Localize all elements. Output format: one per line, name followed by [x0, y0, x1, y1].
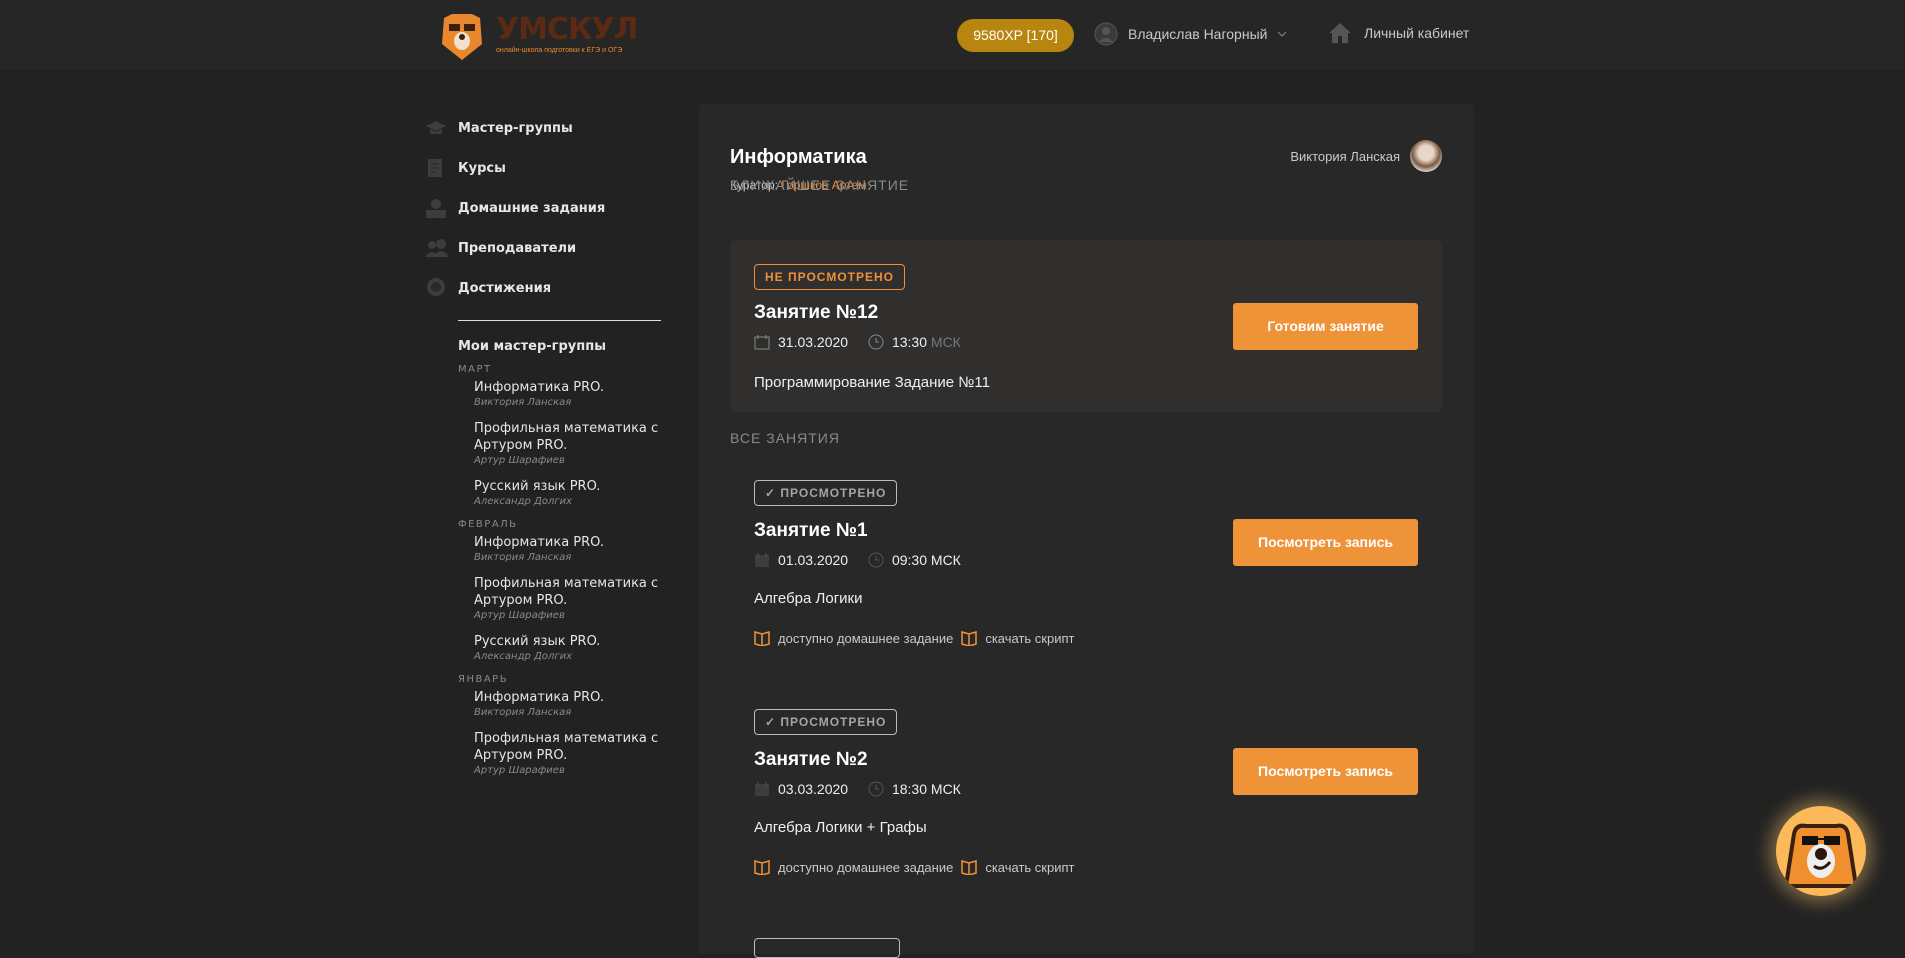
document-icon: [420, 158, 458, 178]
book-pen-icon: [961, 860, 978, 875]
group-link[interactable]: Русский язык PRO. Александр Долгих: [474, 633, 670, 664]
group-link[interactable]: Информатика PRO. Виктория Ланская: [474, 534, 670, 565]
books-apple-icon: [420, 197, 458, 219]
group-link[interactable]: Информатика PRO. Виктория Ланская: [474, 379, 670, 410]
chevron-down-icon: [1278, 31, 1287, 37]
lesson-datetime: 31.03.2020 13:30 МСК: [754, 334, 961, 350]
logo-tagline: онлайн-школа подготовки к ЕГЭ и ОГЭ: [496, 47, 623, 54]
lesson-links: доступно домашнее задание скачать скрипт: [754, 859, 1074, 875]
sidebar-item-label: Преподаватели: [458, 240, 577, 256]
status-badge-partial: [754, 938, 900, 958]
sidebar-item-teachers[interactable]: Преподаватели: [420, 228, 670, 268]
logo[interactable]: УМСКУЛ онлайн-школа подготовки к ЕГЭ и О…: [436, 10, 646, 62]
group-link[interactable]: Русский язык PRO. Александр Долгих: [474, 478, 670, 509]
book-pen-icon: [754, 860, 770, 875]
personal-cabinet-label: Личный кабинет: [1364, 25, 1470, 41]
month-label: ЯНВАРЬ: [458, 674, 509, 685]
month-label: ФЕВРАЛЬ: [458, 519, 518, 530]
book-pen-icon: [754, 631, 770, 646]
user-avatar-icon: [1094, 22, 1118, 46]
lesson-description: Программирование Задание №11: [754, 374, 990, 391]
lesson-description: Алгебра Логики: [754, 590, 863, 607]
next-lesson-card: НЕ ПРОСМОТРЕНО Занятие №12 31.03.2020 13…: [730, 240, 1442, 412]
lesson-title: Занятие №1: [754, 520, 868, 541]
all-lessons-heading: ВСЕ ЗАНЯТИЯ: [730, 430, 840, 446]
top-header: УМСКУЛ онлайн-школа подготовки к ЕГЭ и О…: [0, 0, 1905, 71]
month-february: ФЕВРАЛЬ Информатика PRO. Виктория Ланская…: [420, 519, 670, 664]
sidebar-divider: [458, 320, 661, 321]
book-pen-icon: [961, 631, 978, 646]
group-link[interactable]: Информатика PRO. Виктория Ланская: [474, 689, 670, 720]
sidebar-item-label: Мастер-группы: [458, 120, 573, 136]
clock-icon: [868, 334, 884, 350]
month-label: МАРТ: [458, 364, 492, 375]
lesson-description: Алгебра Логики + Графы: [754, 819, 927, 836]
calendar-icon: [755, 553, 769, 567]
personal-cabinet-link[interactable]: Личный кабинет: [1328, 22, 1469, 44]
chat-bot-bear-button[interactable]: [1776, 806, 1866, 896]
lesson-datetime: 03.03.2020 18:30 МСК: [754, 781, 961, 797]
sidebar-item-label: Достижения: [458, 280, 552, 296]
group-link[interactable]: Профильная математика с Артуром PRO. Арту…: [474, 575, 670, 623]
graduation-cap-icon: [420, 119, 458, 137]
logo-wordmark: УМСКУЛ: [496, 12, 639, 47]
course-panel: Информатика Куратор: Горшков Артем Викто…: [699, 104, 1474, 958]
month-march: МАРТ Информатика PRO. Виктория Ланская Пр…: [420, 364, 670, 509]
watch-recording-button[interactable]: Посмотреть запись: [1233, 748, 1418, 795]
group-link[interactable]: Профильная математика с Артуром PRO. Арту…: [474, 420, 670, 468]
lesson-item: ✓ ПРОСМОТРЕНО Занятие №2 03.03.2020 18:3…: [730, 709, 1442, 899]
status-badge: НЕ ПРОСМОТРЕНО: [754, 264, 905, 290]
sidebar-item-label: Домашние задания: [458, 200, 606, 216]
homework-link[interactable]: доступно домашнее задание: [778, 860, 953, 875]
bear-mascot-icon: [1783, 823, 1859, 888]
next-lesson-heading: БЛИЖАЙШЕЕ ЗАНЯТИЕ: [730, 177, 910, 193]
lesson-links: доступно домашнее задание скачать скрипт: [754, 630, 1074, 646]
medal-icon: [420, 276, 458, 300]
user-name: Владислав Нагорный: [1128, 26, 1268, 42]
sidebar-item-achievements[interactable]: Достижения: [420, 268, 670, 308]
lesson-title: Занятие №2: [754, 749, 868, 770]
clock-icon: [868, 552, 884, 568]
clock-icon: [868, 781, 884, 797]
xp-badge[interactable]: 9580XP [170]: [957, 19, 1074, 52]
calendar-icon: [755, 782, 769, 796]
users-icon: [420, 238, 458, 258]
sidebar-item-label: Курсы: [458, 160, 506, 176]
my-groups-title: Мои мастер-группы: [458, 339, 606, 354]
user-menu[interactable]: Владислав Нагорный: [1094, 22, 1287, 46]
status-badge: ✓ ПРОСМОТРЕНО: [754, 480, 898, 506]
teacher-avatar: [1410, 140, 1442, 172]
teacher-info[interactable]: Виктория Ланская: [1290, 140, 1442, 172]
lesson-item: ✓ ПРОСМОТРЕНО Занятие №1 01.03.2020 09:3…: [730, 480, 1442, 670]
bear-logo-icon: [442, 14, 482, 60]
sidebar: Мастер-группы Курсы Домашние задания Пре…: [420, 108, 670, 788]
status-badge: ✓ ПРОСМОТРЕНО: [754, 709, 898, 735]
home-icon: [1329, 23, 1351, 43]
watch-recording-button[interactable]: Посмотреть запись: [1233, 519, 1418, 566]
sidebar-item-homework[interactable]: Домашние задания: [420, 188, 670, 228]
sidebar-item-master-groups[interactable]: Мастер-группы: [420, 108, 670, 148]
lesson-datetime: 01.03.2020 09:30 МСК: [754, 552, 961, 568]
calendar-icon: [754, 335, 770, 350]
month-january: ЯНВАРЬ Информатика PRO. Виктория Ланская …: [420, 674, 670, 778]
page-title: Информатика: [730, 146, 867, 168]
homework-link[interactable]: доступно домашнее задание: [778, 631, 953, 646]
download-script-link[interactable]: скачать скрипт: [985, 631, 1074, 646]
sidebar-item-courses[interactable]: Курсы: [420, 148, 670, 188]
lesson-title: Занятие №12: [754, 302, 879, 323]
download-script-link[interactable]: скачать скрипт: [985, 860, 1074, 875]
teacher-name: Виктория Ланская: [1290, 148, 1400, 164]
prepare-lesson-button[interactable]: Готовим занятие: [1233, 303, 1418, 350]
group-link[interactable]: Профильная математика с Артуром PRO. Арту…: [474, 730, 670, 778]
